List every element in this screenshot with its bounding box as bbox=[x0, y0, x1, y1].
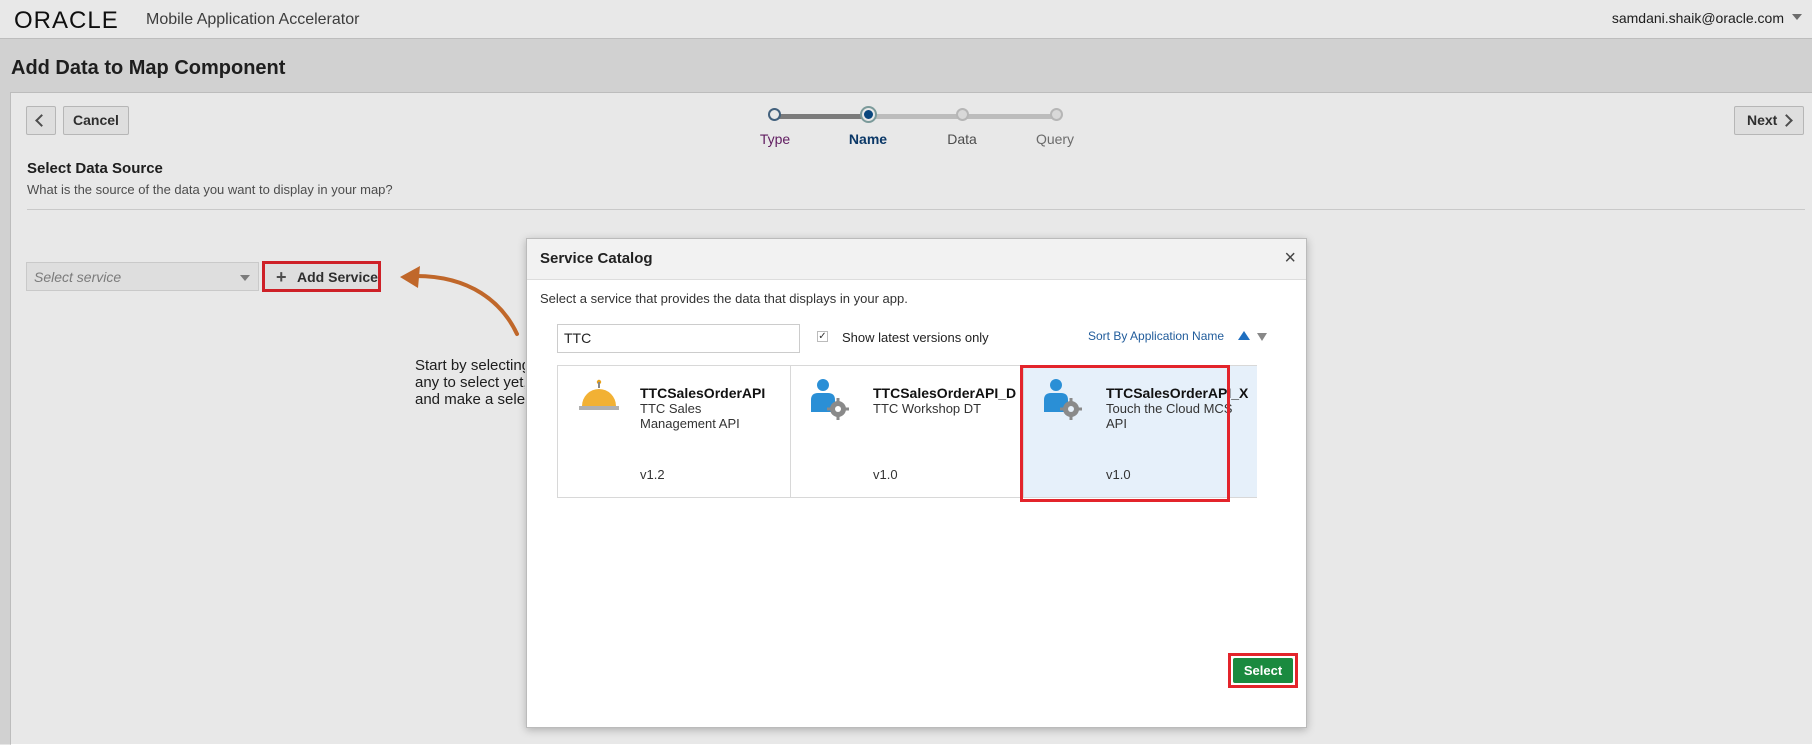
sort-by-link[interactable]: Sort By Application Name bbox=[1088, 329, 1224, 343]
service-version: v1.0 bbox=[873, 467, 898, 482]
selected-card-highlight bbox=[1020, 365, 1230, 502]
show-latest-checkbox[interactable]: ✓ bbox=[817, 331, 828, 342]
sort-ascending-icon[interactable] bbox=[1238, 331, 1250, 340]
select-button[interactable]: Select bbox=[1228, 653, 1298, 688]
dialog-title: Service Catalog bbox=[540, 250, 653, 267]
service-description: TTC Workshop DT bbox=[873, 401, 982, 416]
service-version: v1.2 bbox=[640, 467, 665, 482]
service-description: TTC Sales Management API bbox=[640, 401, 740, 431]
annotation-arrow-icon bbox=[400, 266, 519, 336]
sort-descending-icon[interactable] bbox=[1257, 333, 1267, 341]
user-gear-icon bbox=[811, 379, 849, 420]
service-card[interactable]: TTCSalesOrderAPI TTC Sales Management AP… bbox=[558, 366, 791, 497]
service-bell-icon bbox=[579, 379, 619, 410]
close-icon[interactable]: × bbox=[1284, 247, 1296, 270]
service-name: TTCSalesOrderAPI_D bbox=[873, 385, 1017, 401]
service-search-input[interactable]: TTC bbox=[557, 324, 800, 353]
service-name: TTCSalesOrderAPI bbox=[640, 385, 766, 401]
select-button-label: Select bbox=[1233, 658, 1293, 683]
service-catalog-dialog: Service Catalog × Select a service that … bbox=[526, 238, 1307, 728]
dialog-instruction: Select a service that provides the data … bbox=[540, 291, 908, 306]
service-card[interactable]: TTCSalesOrderAPI_D TTC Workshop DT v1.0 bbox=[791, 366, 1024, 497]
dialog-header: Service Catalog × bbox=[527, 239, 1306, 280]
show-latest-label[interactable]: Show latest versions only bbox=[842, 330, 989, 345]
